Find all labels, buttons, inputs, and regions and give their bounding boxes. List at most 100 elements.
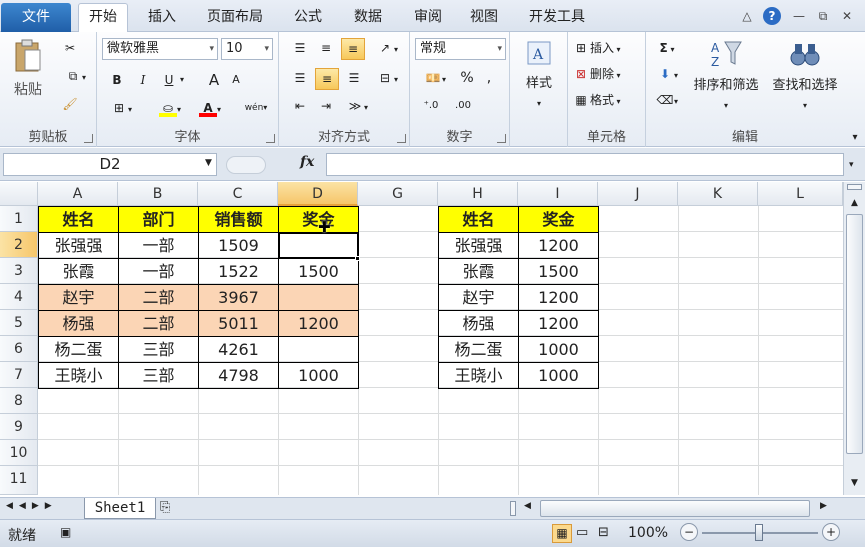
insert-sheet-icon[interactable]: ⎘ [160, 500, 170, 515]
align-middle-button[interactable]: ≡ [315, 38, 337, 58]
table2-cell[interactable]: 张霞 [438, 258, 519, 285]
table1-header-sales[interactable]: 销售额 [198, 206, 279, 233]
currency-button[interactable]: 💴 ▾ [418, 68, 452, 90]
table2-cell[interactable]: 赵宇 [438, 284, 519, 311]
zoom-out-icon[interactable]: − [680, 523, 698, 541]
minimize-ribbon-icon[interactable]: △ [738, 7, 756, 25]
split-box-handle[interactable] [847, 184, 862, 190]
table2-cell[interactable]: 1200 [518, 232, 599, 259]
column-header-b[interactable]: B [118, 182, 198, 206]
horizontal-scroll-thumb[interactable] [540, 500, 810, 517]
scroll-up-icon[interactable]: ▲ [847, 194, 862, 212]
sheet-tab-sheet1[interactable]: Sheet1 [84, 498, 156, 519]
tab-insert[interactable]: 插入 [136, 6, 188, 32]
table1-header-name[interactable]: 姓名 [38, 206, 119, 233]
table1-cell[interactable] [278, 284, 359, 311]
vertical-scrollbar[interactable]: ▲ ▼ [843, 182, 865, 495]
align-right-button[interactable]: ☰ [343, 68, 365, 88]
name-box[interactable]: D2 [3, 153, 217, 176]
row-header[interactable]: 3 [0, 258, 38, 284]
row-header[interactable]: 4 [0, 284, 38, 310]
tab-review[interactable]: 审阅 [402, 6, 454, 32]
table2-cell[interactable]: 1000 [518, 362, 599, 389]
sheet-nav-arrows-icon[interactable]: ◀◀▶▶ [6, 501, 58, 511]
borders-button[interactable]: ⊞ ▾ [107, 98, 135, 120]
column-header-c[interactable]: C [198, 182, 278, 206]
tab-home[interactable]: 开始 [78, 3, 128, 33]
table1-cell[interactable]: 赵宇 [38, 284, 119, 311]
paste-button[interactable]: 粘贴 [8, 38, 48, 100]
zoom-in-icon[interactable]: + [822, 523, 840, 541]
column-header-j[interactable]: J [598, 182, 678, 206]
merge-center-button[interactable]: ⊟ ▾ [371, 68, 403, 90]
table2-cell[interactable]: 1000 [518, 336, 599, 363]
ribbon-scroll-icon[interactable]: ▾ [848, 128, 862, 148]
tab-page-layout[interactable]: 页面布局 [196, 6, 274, 32]
font-name-select[interactable]: 微软雅黑 ▾ [102, 38, 218, 60]
font-size-select[interactable]: 10 ▾ [221, 38, 273, 60]
clear-button[interactable]: ⌫▾ [652, 90, 682, 112]
row-header[interactable]: 1 [0, 206, 38, 232]
formula-input[interactable] [326, 153, 844, 176]
fill-handle[interactable] [355, 256, 360, 261]
table2-header-name[interactable]: 姓名 [438, 206, 519, 233]
table2-cell[interactable]: 1200 [518, 310, 599, 337]
align-bottom-button[interactable]: ≡ [341, 38, 365, 60]
table1-cell[interactable]: 二部 [118, 310, 199, 337]
table1-cell[interactable]: 5011 [198, 310, 279, 337]
underline-dropdown-icon[interactable]: ▾ [177, 70, 187, 90]
scroll-down-icon[interactable]: ▼ [847, 474, 862, 492]
percent-button[interactable]: % [458, 68, 476, 88]
table1-cell[interactable]: 1522 [198, 258, 279, 285]
align-center-button[interactable]: ≡ [315, 68, 339, 90]
table1-cell[interactable]: 一部 [118, 232, 199, 259]
tab-view[interactable]: 视图 [458, 6, 510, 32]
increase-indent-button[interactable]: ⇥ [315, 96, 337, 116]
insert-cells-button[interactable]: ⊞ 插入 ▾ [572, 38, 642, 60]
format-painter-button[interactable]: 🖌 [58, 94, 82, 114]
column-header-h[interactable]: H [438, 182, 518, 206]
macro-record-icon[interactable]: ▣ [60, 525, 71, 539]
table1-cell[interactable]: 张霞 [38, 258, 119, 285]
table2-cell[interactable]: 张强强 [438, 232, 519, 259]
tab-formulas[interactable]: 公式 [282, 6, 334, 32]
table1-cell[interactable]: 二部 [118, 284, 199, 311]
phonetic-button[interactable]: wén▾ [241, 98, 271, 118]
help-icon[interactable]: ? [763, 7, 781, 25]
table1-cell[interactable]: 一部 [118, 258, 199, 285]
align-left-button[interactable]: ☰ [289, 68, 311, 88]
wrap-text-button[interactable]: ≫ ▾ [341, 96, 373, 118]
fill-color-button[interactable]: ⛀ ▾ [153, 98, 187, 120]
styles-button[interactable]: A 样式 ▾ [516, 38, 562, 118]
close-window-icon[interactable]: ✕ [838, 7, 856, 25]
row-header[interactable]: 6 [0, 336, 38, 362]
row-header[interactable]: 2 [0, 232, 38, 258]
table2-cell[interactable]: 王晓小 [438, 362, 519, 389]
find-select-button[interactable]: 查找和选择 ▾ [768, 38, 842, 118]
decrease-decimal-button[interactable]: .00 [450, 96, 476, 116]
column-header-a[interactable]: A [38, 182, 118, 206]
column-header-l[interactable]: L [758, 182, 843, 206]
grow-font-button[interactable]: A [205, 70, 223, 90]
table1-cell[interactable]: 张强强 [38, 232, 119, 259]
format-cells-button[interactable]: ▦ 格式 ▾ [572, 90, 642, 112]
table1-cell[interactable]: 1000 [278, 362, 359, 389]
scroll-left-icon[interactable]: ◀ [524, 501, 531, 511]
worksheet-grid[interactable]: A B C D G H I J K L 1 2 3 4 5 6 7 8 9 10… [0, 182, 843, 495]
bold-button[interactable]: B [107, 70, 127, 90]
page-break-view-icon[interactable]: ⊟ [598, 525, 609, 540]
expand-formula-bar-icon[interactable]: ▾ [849, 160, 854, 170]
normal-view-icon[interactable]: ▦ [552, 524, 572, 543]
table1-cell[interactable]: 4261 [198, 336, 279, 363]
insert-function-icon[interactable]: fx [300, 154, 314, 170]
alignment-launcher-icon[interactable] [397, 134, 406, 143]
table1-cell[interactable]: 杨强 [38, 310, 119, 337]
row-header[interactable]: 9 [0, 414, 38, 440]
row-header[interactable]: 5 [0, 310, 38, 336]
zoom-slider-thumb[interactable] [755, 524, 763, 541]
number-format-select[interactable]: 常规 ▾ [415, 38, 506, 60]
vertical-scroll-thumb[interactable] [846, 214, 863, 454]
italic-button[interactable]: I [133, 70, 153, 90]
column-header-g[interactable]: G [358, 182, 438, 206]
table1-cell[interactable]: 3967 [198, 284, 279, 311]
